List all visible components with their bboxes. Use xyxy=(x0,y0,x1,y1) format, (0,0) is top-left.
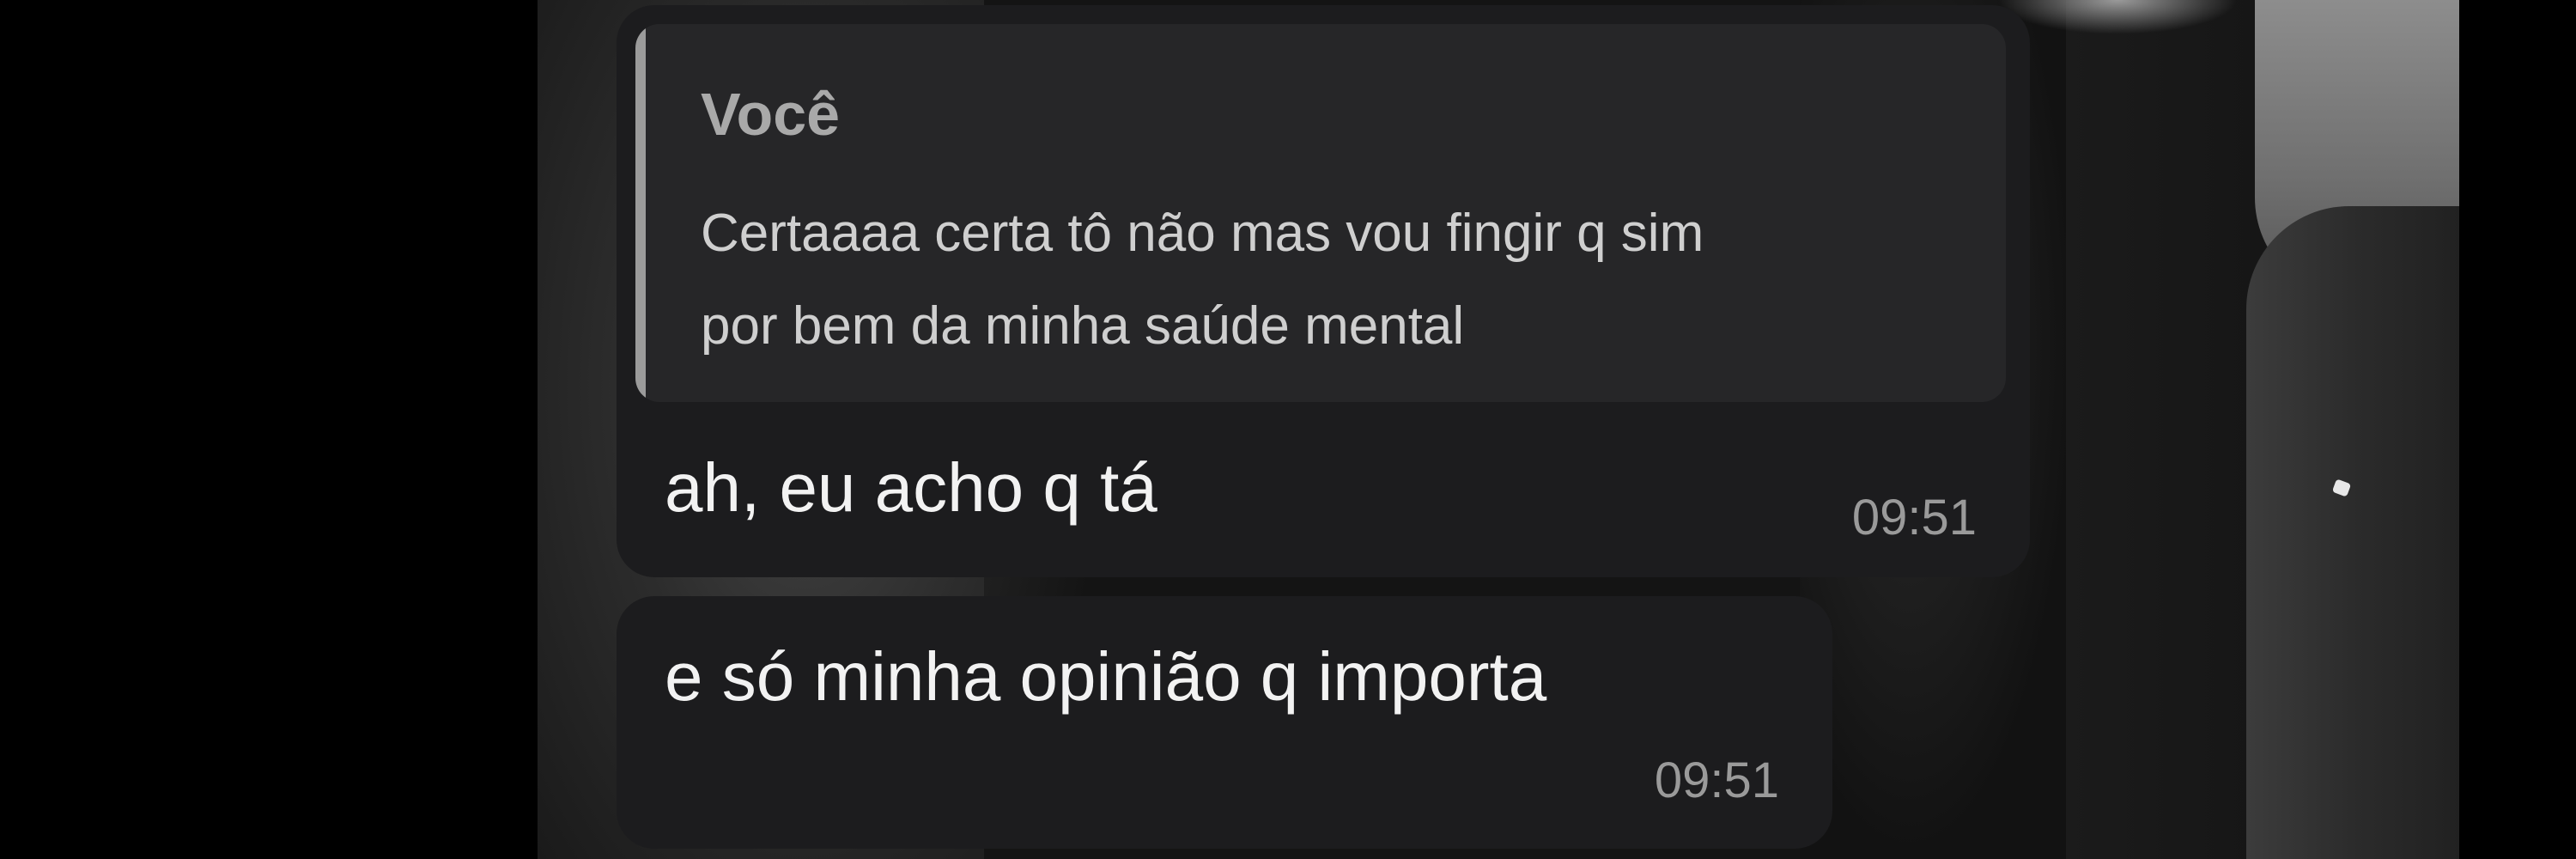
message-timestamp: 09:51 xyxy=(1654,752,1779,808)
message-bubble[interactable]: Você Certaaaa certa tô não mas vou fingi… xyxy=(617,5,2030,577)
message-text: ah, eu acho q tá xyxy=(665,449,1157,526)
wallpaper-figure-right xyxy=(2246,206,2459,859)
message-text: e só minha opinião q importa xyxy=(665,638,1547,715)
wallpaper-highlight xyxy=(1997,0,2238,34)
reply-quote-author: Você xyxy=(701,81,841,148)
reply-quote-line: Certaaaa certa tô não mas vou fingir q s… xyxy=(701,204,1704,263)
reply-quote-bar xyxy=(635,24,646,402)
chat-screen: Você Certaaaa certa tô não mas vou fingi… xyxy=(0,0,2576,859)
reply-quote[interactable]: Você Certaaaa certa tô não mas vou fingi… xyxy=(635,24,2006,402)
message-bubble[interactable]: e só minha opinião q importa 09:51 xyxy=(617,596,1832,849)
message-timestamp: 09:51 xyxy=(1851,490,1977,545)
reply-quote-line: por bem da minha saúde mental xyxy=(701,296,1465,356)
reply-quote-text: Certaaaa certa tô não mas vou fingir q s… xyxy=(701,187,1971,373)
